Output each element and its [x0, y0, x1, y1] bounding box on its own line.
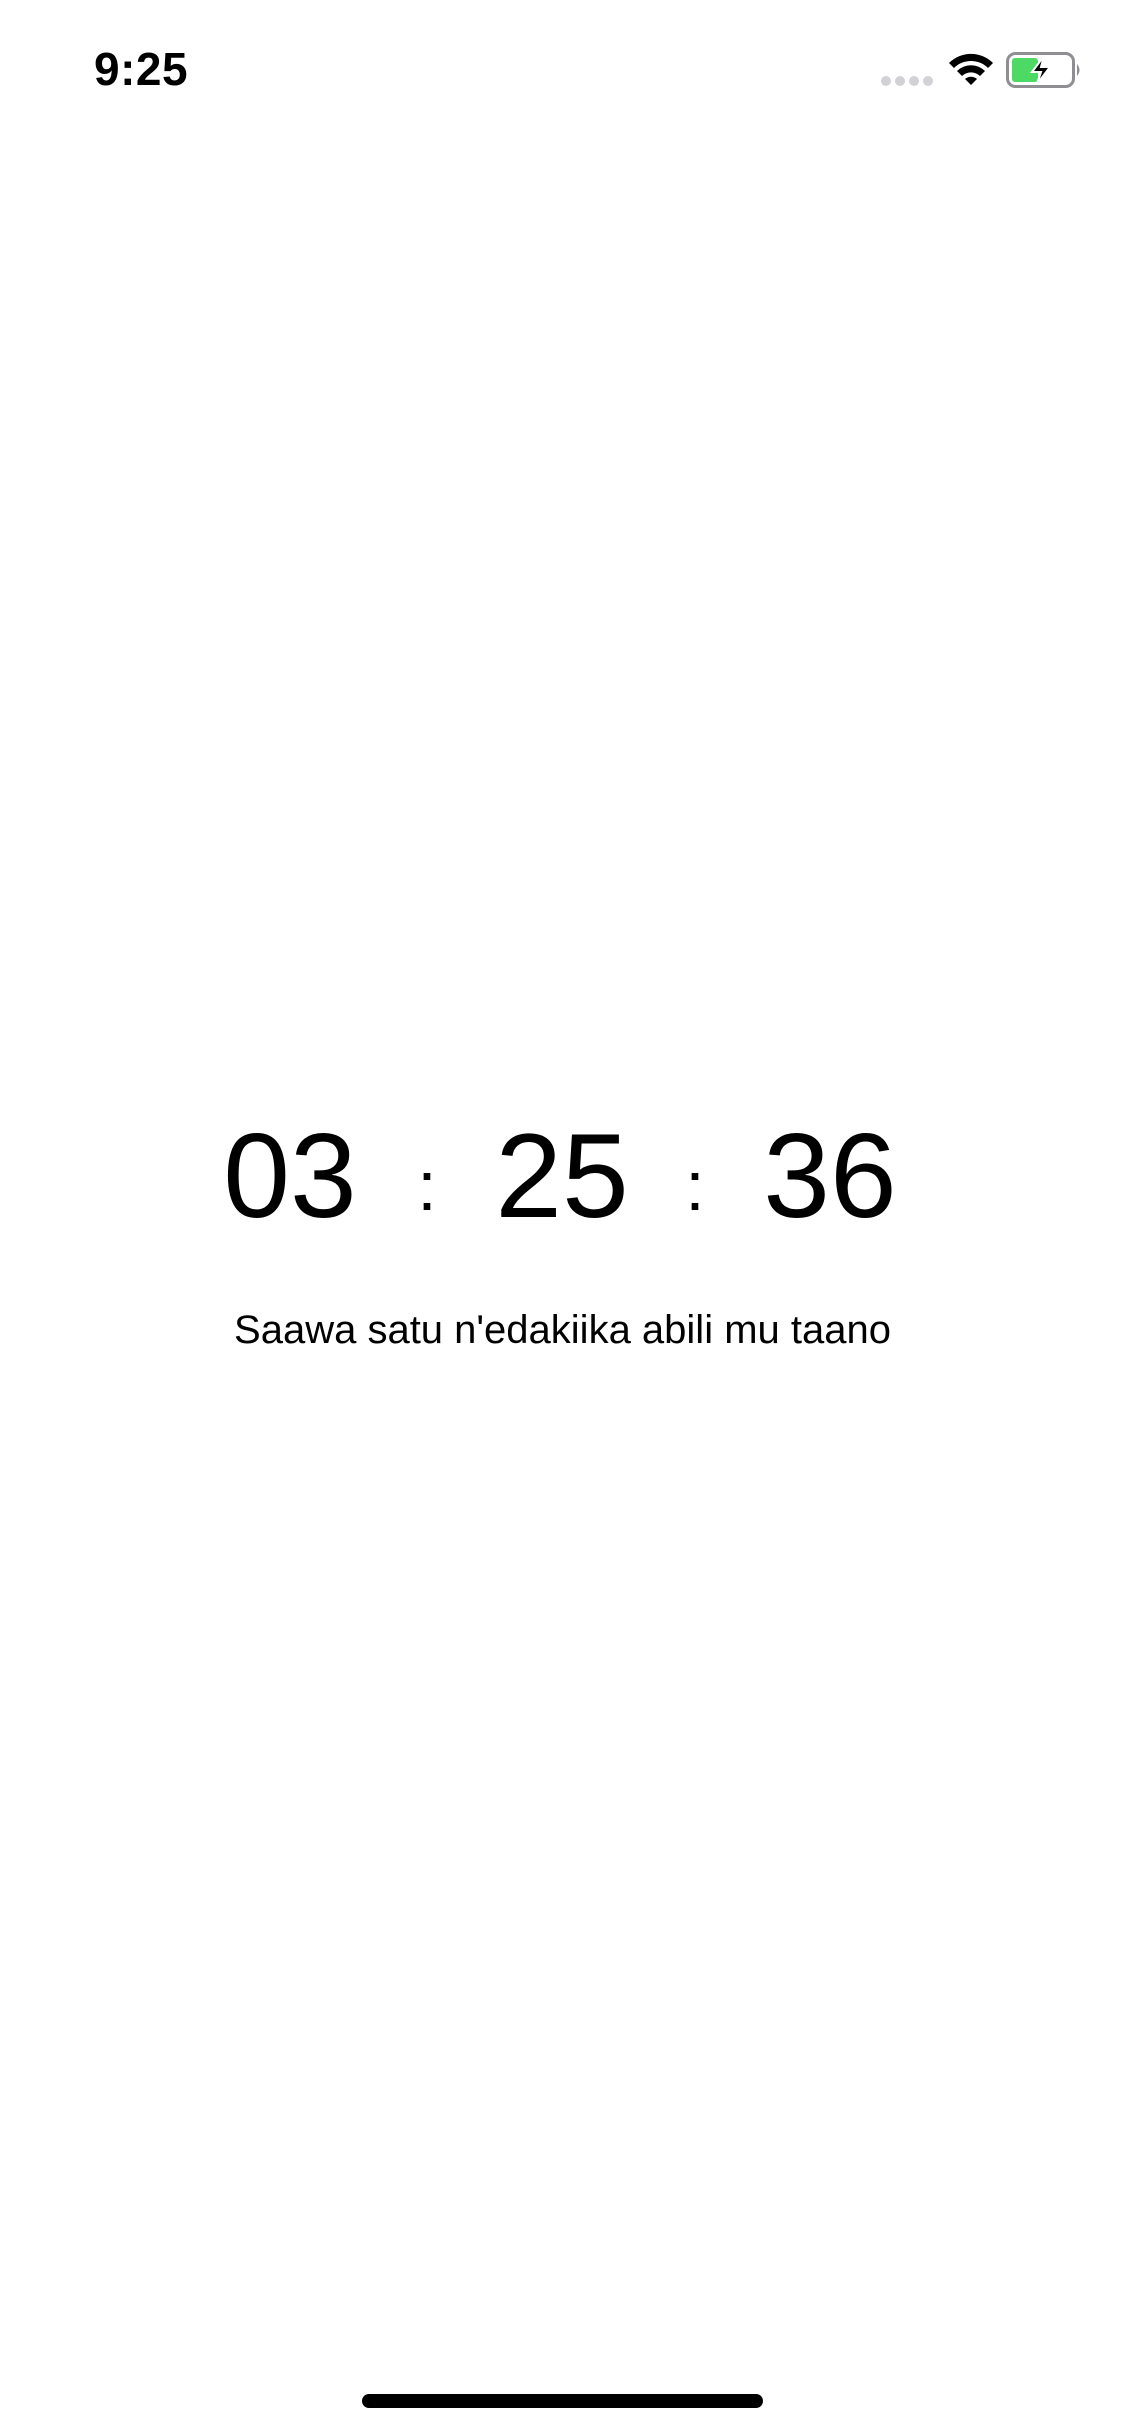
status-time: 9:25: [94, 43, 189, 95]
clock-hours: 03: [223, 1109, 356, 1243]
clock-minutes: 25: [495, 1109, 628, 1243]
status-bar: 9:25: [0, 0, 1125, 132]
clock-separator-2: :: [685, 1147, 704, 1225]
cellular-signal-icon: [881, 76, 933, 86]
clock-separator-1: :: [417, 1147, 436, 1225]
time-in-words-label: Saawa satu n'edakiika abili mu taano: [234, 1308, 891, 1352]
wifi-icon: [949, 53, 993, 85]
home-indicator[interactable]: [362, 2394, 763, 2408]
clock-seconds: 36: [763, 1109, 896, 1243]
battery-charging-icon: [1006, 52, 1080, 88]
digital-clock: 03 : 25 : 36: [222, 1108, 898, 1245]
